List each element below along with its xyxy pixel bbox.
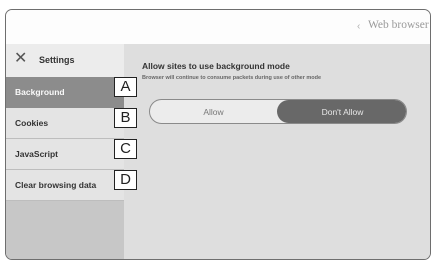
sidebar-item-javascript[interactable]: JavaScript (6, 139, 124, 170)
settings-sidebar: ✕ Settings Background Cookies JavaScript… (6, 44, 124, 259)
allow-toggle: Allow Don't Allow (149, 99, 407, 124)
callout-label-d: D (114, 170, 137, 190)
settings-title: Settings (39, 55, 75, 65)
sidebar-item-label: Cookies (15, 118, 49, 128)
app-title: Web browser (368, 19, 429, 31)
top-bar: ‹ Web browser (6, 10, 430, 44)
callout-label-a: A (114, 77, 137, 97)
close-icon[interactable]: ✕ (14, 51, 27, 67)
allow-option[interactable]: Allow (150, 100, 277, 123)
callout-label-b: B (114, 108, 137, 128)
dont-allow-option[interactable]: Don't Allow (277, 100, 406, 123)
sidebar-item-label: JavaScript (15, 149, 58, 159)
sidebar-item-background[interactable]: Background (6, 77, 124, 108)
browser-settings-screen: ‹ Web browser ✕ Settings Background Cook… (5, 9, 431, 260)
settings-header: ✕ Settings (6, 44, 124, 77)
sidebar-item-cookies[interactable]: Cookies (6, 108, 124, 139)
settings-content: Allow sites to use background mode Brows… (124, 44, 430, 259)
option-title: Allow sites to use background mode (142, 61, 290, 71)
settings-menu: Background Cookies JavaScript Clear brow… (6, 77, 124, 201)
sidebar-item-label: Background (15, 87, 65, 97)
sidebar-item-label: Clear browsing data (15, 180, 97, 190)
callout-label-c: C (114, 139, 137, 159)
back-chevron-icon[interactable]: ‹ (357, 21, 360, 32)
option-description: Browser will continue to consume packets… (142, 75, 322, 81)
sidebar-item-clear-browsing-data[interactable]: Clear browsing data (6, 170, 124, 201)
